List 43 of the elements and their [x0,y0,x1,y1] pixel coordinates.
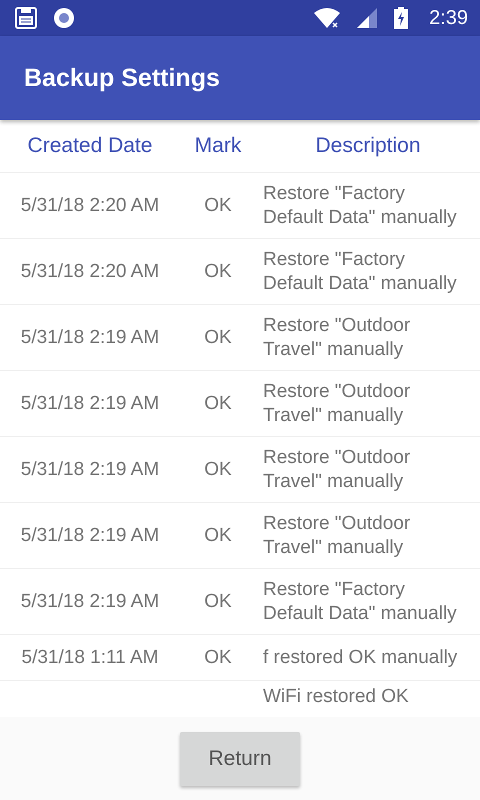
mark-cell: OK [204,590,232,614]
date-cell: 5/31/18 2:19 AM [20,458,160,482]
column-header: Created Date [28,134,152,158]
column-header: Description [315,134,421,158]
screen-title: Backup Settings [24,64,220,92]
signal-icon [355,6,380,30]
backup-row[interactable]: 5/31/18 2:19 AM OK Restore "Outdoor Travel" manually [0,370,480,436]
mark-cell: OK [204,458,232,482]
date-cell: 5/31/18 1:11 AM [22,646,158,670]
mark-cell: OK [204,194,232,218]
description-cell-text: Restore "Outdoor Travel" manually [262,314,412,362]
description-cell-text: Restore "Factory Default Data" manually [262,248,458,296]
backup-row[interactable]: 5/31/18 2:19 AM OK Restore "Outdoor Travel" manually [0,502,480,568]
mark-cell: OK [204,646,232,670]
backup-row[interactable]: 5/31/18 2:19 AM OK Restore "Outdoor Travel" manually [0,436,480,502]
backup-row[interactable]: 5/31/18 1:11 AM OK f restored OK manually [0,634,480,680]
description-cell-text: WiFi restored OK [262,685,409,709]
return-button[interactable]: Return [180,732,300,786]
description-cell-text: Restore "Factory Default Data" manually [262,578,458,626]
backup-row[interactable]: 5/31/18 2:19 AM OK Restore "Factory Default Data" manually [0,568,480,634]
date-cell: 5/31/18 2:19 AM [20,326,160,350]
date-cell: 5/31/18 2:20 AM [20,194,160,218]
mark-cell: OK [204,260,232,284]
mark-cell: OK [204,392,232,416]
mark-cell: OK [204,326,232,350]
date-cell: 5/31/18 2:19 AM [20,392,160,416]
description-cell-text: f restored OK manually [262,646,458,670]
column-header: Mark [194,134,242,158]
battery-charging-icon [393,6,410,30]
description-cell-text: Restore "Outdoor Travel" manually [262,380,412,428]
description-cell-text: Restore "Factory Default Data" manually [262,182,458,230]
circle-icon [52,6,76,30]
backup-row[interactable]: 5/31/18 2:19 AM OK Restore "Outdoor Travel" manually [0,304,480,370]
date-cell: 5/31/18 2:19 AM [20,590,160,614]
wifi-icon [313,6,342,30]
clock-time: 2:39 [429,6,468,30]
description-cell-text: Restore "Outdoor Travel" manually [262,446,412,494]
backup-row[interactable]: 5/31/18 2:20 AM OK Restore "Factory Default Data" manually [0,238,480,304]
date-cell: 5/31/18 2:19 AM [20,524,160,548]
description-cell-text: Restore "Outdoor Travel" manually [262,512,412,560]
backup-row[interactable]: 5/31/18 2:20 AM OK Restore "Factory Default Data" manually [0,172,480,238]
mark-cell: OK [204,524,232,548]
date-cell: 5/31/18 2:20 AM [20,260,160,284]
